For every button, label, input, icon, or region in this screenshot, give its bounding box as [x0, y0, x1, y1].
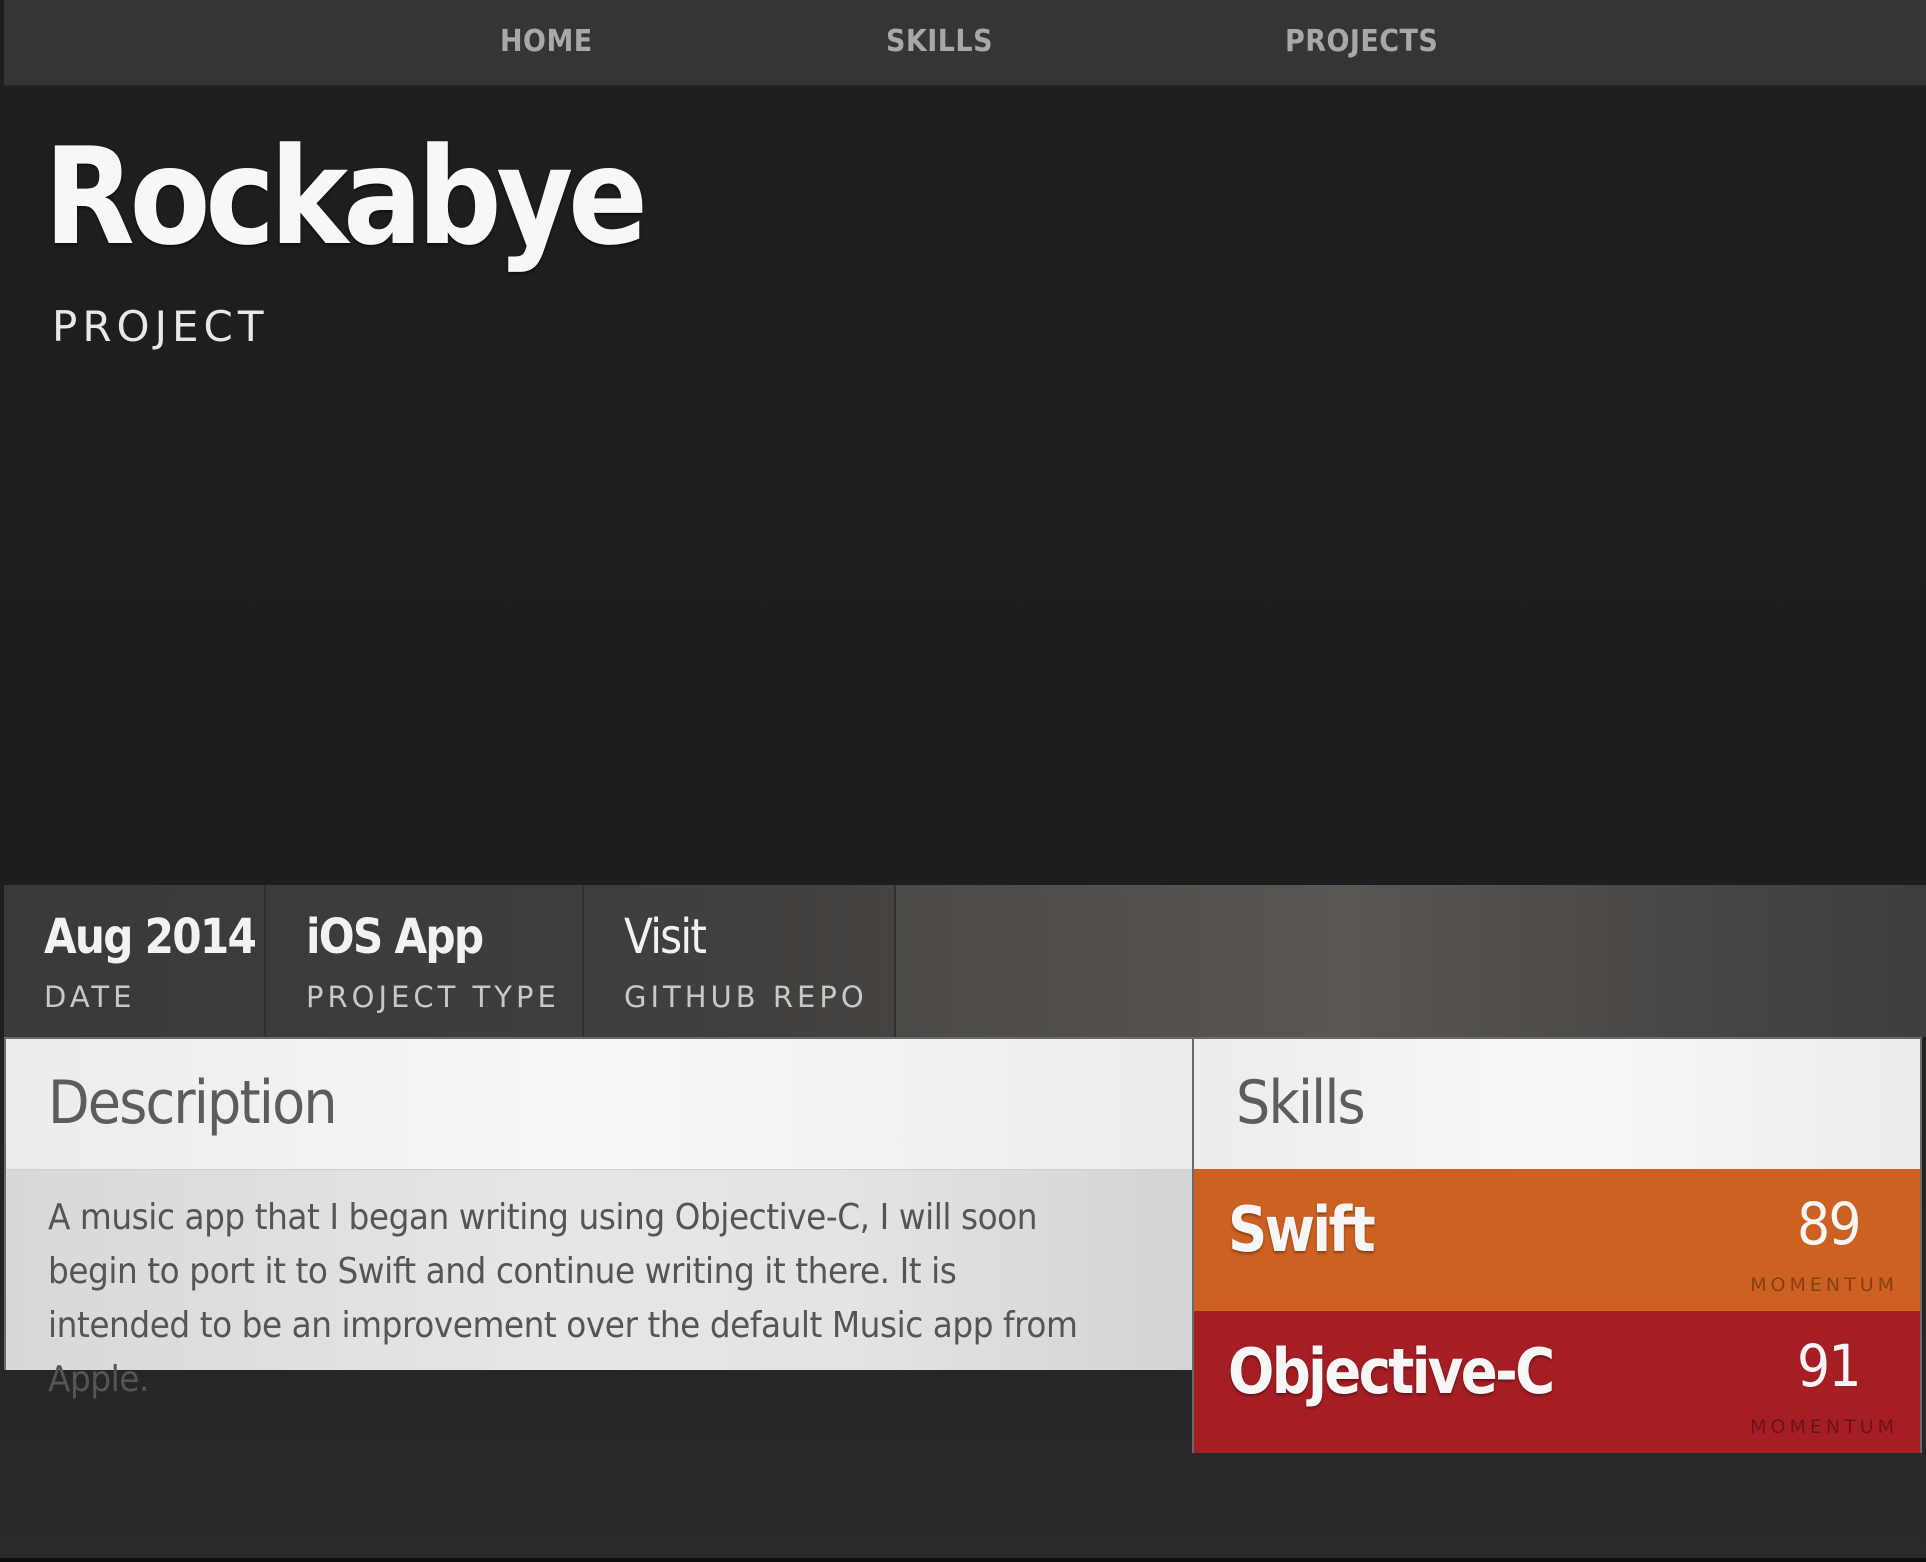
meta-date-label: DATE [44, 980, 136, 1014]
meta-project-type-value: iOS App [306, 909, 484, 965]
description-heading: Description [48, 1068, 338, 1138]
page-subtitle: PROJECT [52, 302, 269, 351]
top-nav: HOME SKILLS PROJECTS [4, 0, 1926, 86]
description-header: Description [6, 1039, 1192, 1170]
skill-row-swift[interactable]: Swift 89 MOMENTUM [1194, 1169, 1920, 1311]
meta-date-value: Aug 2014 [44, 909, 257, 965]
skills-header: Skills [1194, 1039, 1920, 1169]
skill-score: 89 [1797, 1190, 1862, 1258]
skill-score-label: MOMENTUM [1750, 1416, 1898, 1438]
project-meta-bar: Aug 2014 DATE iOS App PROJECT TYPE Visit… [4, 885, 1926, 1037]
description-card: Description A music app that I began wri… [4, 1037, 1194, 1400]
bottom-divider [0, 1558, 1926, 1562]
page-title: Rockabye [44, 119, 648, 275]
skills-card: Skills Swift 89 MOMENTUM Objective-C 91 … [1192, 1037, 1922, 1453]
page: HOME SKILLS PROJECTS Rockabye PROJECT Au… [0, 0, 1926, 1562]
github-visit-link[interactable]: Visit [624, 913, 707, 961]
meta-date: Aug 2014 DATE [4, 885, 266, 1037]
meta-github-repo[interactable]: Visit GITHUB REPO [584, 885, 896, 1037]
skills-heading: Skills [1236, 1068, 1366, 1138]
skill-score-label: MOMENTUM [1750, 1274, 1898, 1296]
meta-github-repo-label: GITHUB REPO [624, 980, 868, 1014]
skill-score: 91 [1797, 1332, 1862, 1400]
nav-skills-link[interactable]: SKILLS [886, 24, 993, 59]
skill-name: Objective-C [1228, 1335, 1555, 1408]
meta-project-type: iOS App PROJECT TYPE [266, 885, 584, 1037]
description-text: A music app that I began writing using O… [48, 1197, 1078, 1400]
nav-projects-link[interactable]: PROJECTS [1285, 24, 1438, 59]
skill-row-objective-c[interactable]: Objective-C 91 MOMENTUM [1194, 1311, 1920, 1453]
nav-home-link[interactable]: HOME [500, 24, 593, 59]
meta-project-type-label: PROJECT TYPE [306, 980, 560, 1014]
skill-name: Swift [1228, 1193, 1376, 1266]
